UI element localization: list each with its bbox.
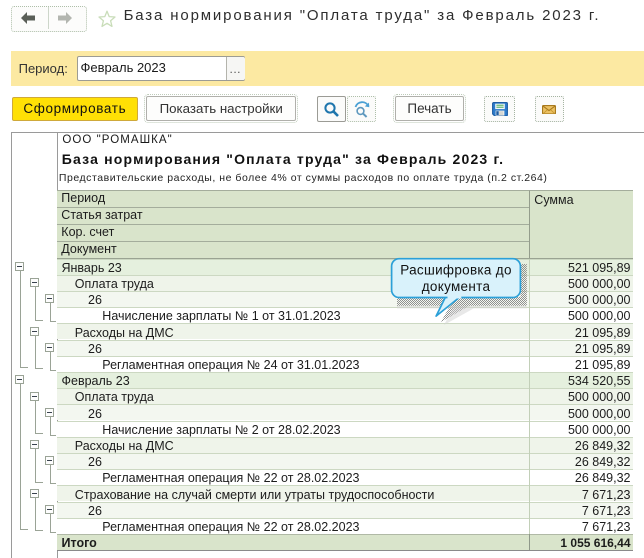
svg-text:Расшифровка до: Расшифровка до <box>400 263 512 278</box>
svg-text:документа: документа <box>422 279 491 294</box>
